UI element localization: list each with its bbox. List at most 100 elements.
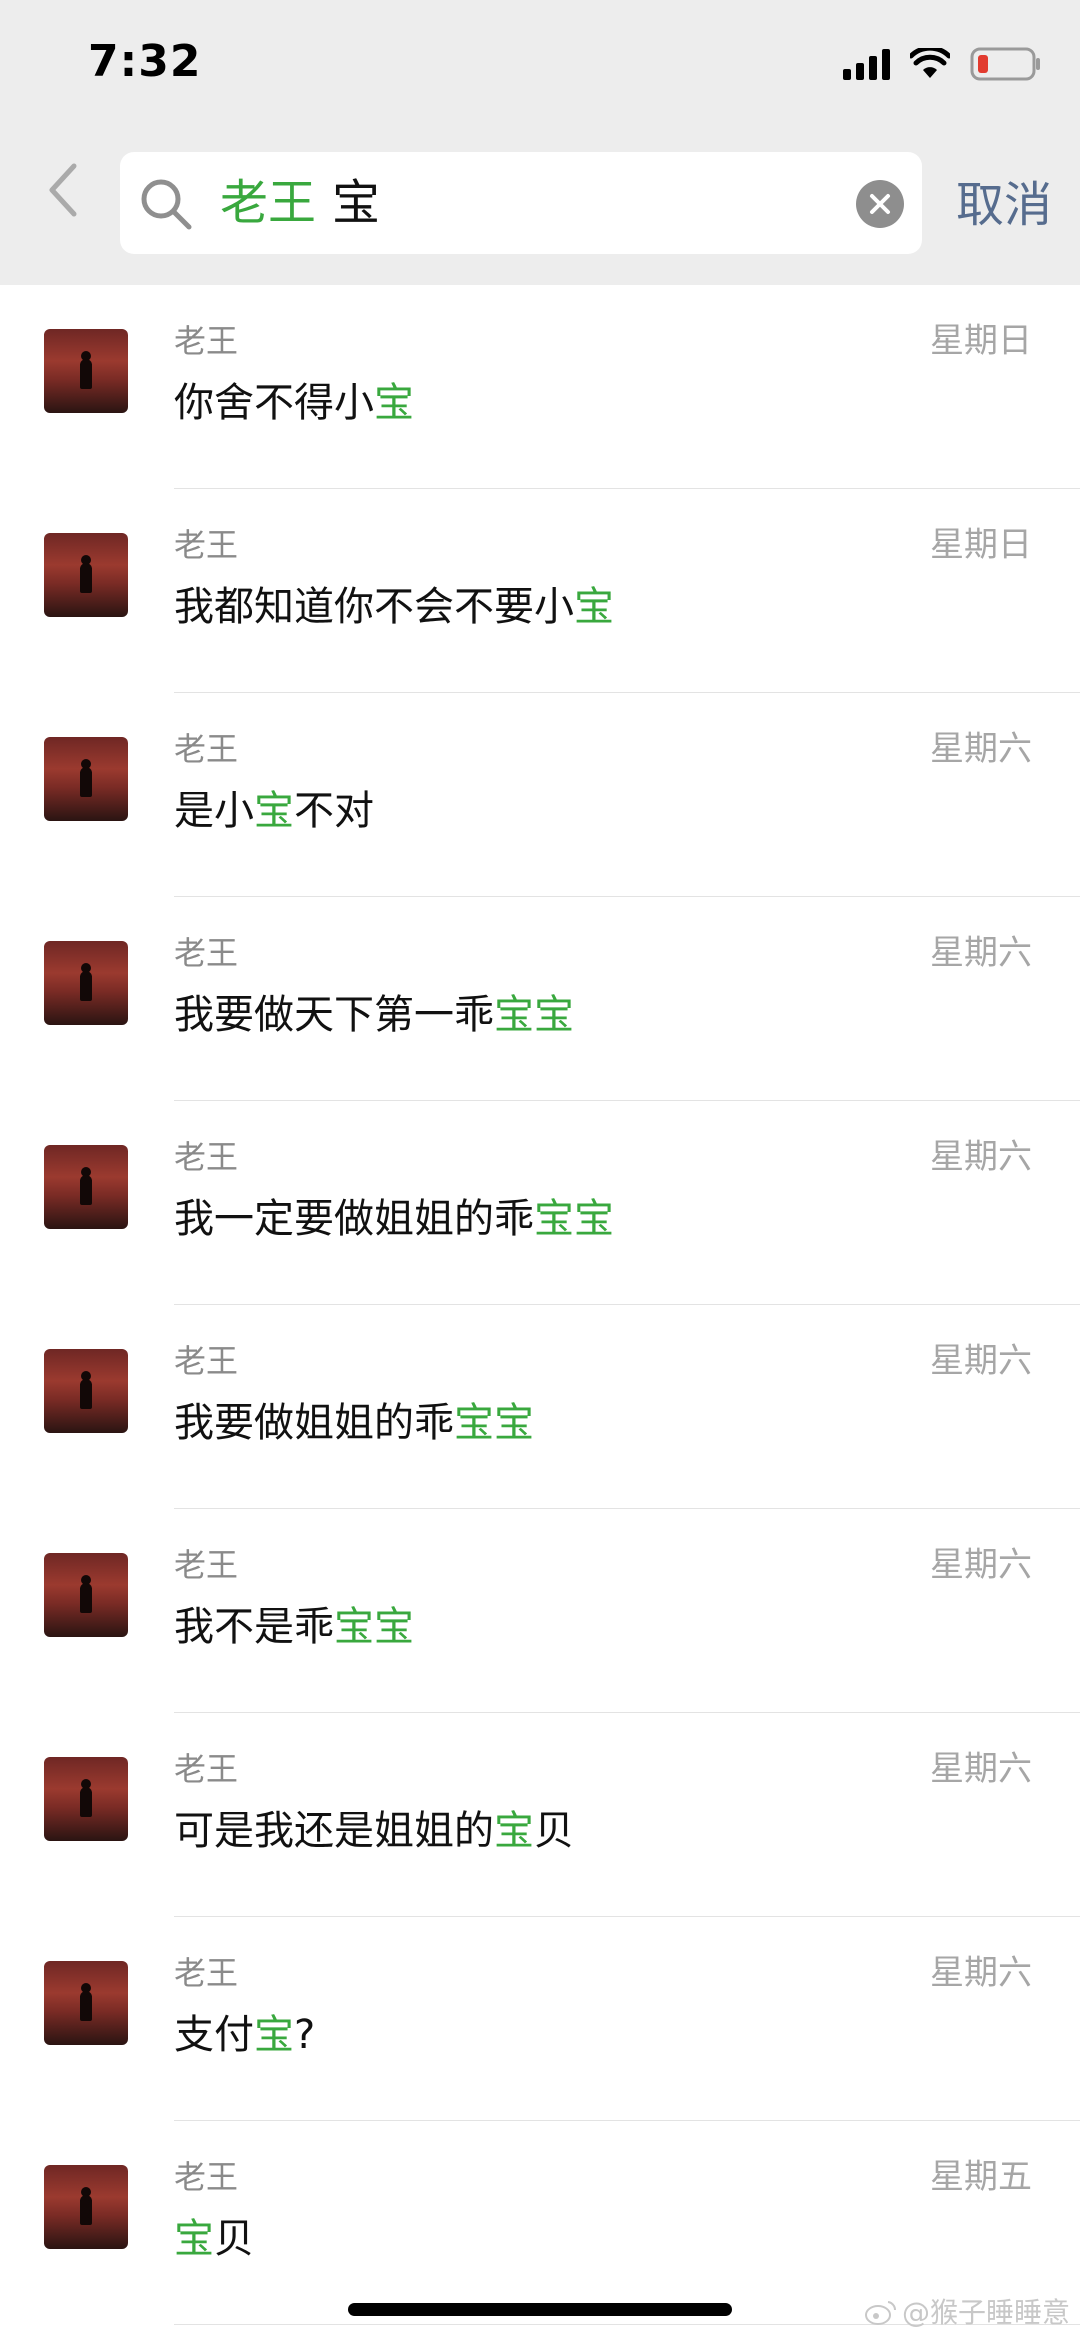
message-text: 我都知道你不会不要小宝 [174,581,614,633]
avatar [44,1349,128,1433]
avatar-figure-body [80,767,92,797]
sender-name: 老王 [174,1750,239,1788]
search-contact-tag[interactable]: 老王 [220,174,316,232]
message-fragment: 我要做天下第一乖 [174,992,494,1038]
highlighted-keyword: 宝宝 [334,1604,414,1650]
message-fragment: ? [294,2012,316,2058]
highlighted-keyword: 宝 [374,380,414,426]
cancel-button[interactable]: 取消 [956,176,1052,234]
avatar [44,737,128,821]
avatar-figure-body [80,2195,92,2225]
result-row[interactable]: 老王 星期五宝贝 [0,2121,1080,2325]
message-fragment: 我都知道你不会不要小 [174,584,574,630]
result-row[interactable]: 老王 星期六我一定要做姐姐的乖宝宝 [0,1101,1080,1305]
status-icons [843,44,1042,84]
wifi-icon [910,48,950,80]
message-day: 星期五 [930,2157,1032,2197]
battery-icon [970,46,1042,82]
message-text: 你舍不得小宝 [174,377,414,429]
result-row[interactable]: 老王 星期六支付宝? [0,1917,1080,2121]
message-text: 我一定要做姐姐的乖宝宝 [174,1193,614,1245]
message-text: 我不是乖宝宝 [174,1601,414,1653]
message-text: 我要做姐姐的乖宝宝 [174,1397,534,1449]
message-day: 星期六 [930,1137,1032,1177]
sender-name: 老王 [174,1546,239,1584]
message-text: 支付宝? [174,2009,315,2061]
message-day: 星期六 [930,729,1032,769]
result-row[interactable]: 老王 星期六我要做姐姐的乖宝宝 [0,1305,1080,1509]
search-header: 7:32 老王 宝 取消 [0,0,1080,285]
weibo-icon [864,2301,896,2325]
avatar-figure-body [80,1379,92,1409]
avatar-figure-body [80,1175,92,1205]
avatar [44,941,128,1025]
back-button[interactable] [38,160,88,220]
clear-icon[interactable] [856,180,904,228]
status-time: 7:32 [88,36,202,87]
highlighted-keyword: 宝 [254,788,294,834]
result-row[interactable]: 老王 星期六 我要做天下第一乖宝宝 [0,897,1080,1101]
search-field[interactable]: 老王 宝 [120,152,922,254]
result-row[interactable]: 老王 星期日你舍不得小宝 [0,285,1080,489]
avatar-figure-body [80,1583,92,1613]
message-fragment: 贝 [534,1808,574,1854]
sender-name: 老王 [174,322,239,360]
avatar [44,1553,128,1637]
message-day: 星期六 [930,1341,1032,1381]
message-day: 星期六 [930,933,1032,973]
result-row[interactable]: 老王 星期日我都知道你不会不要小宝 [0,489,1080,693]
highlighted-keyword: 宝宝 [494,992,574,1038]
message-fragment: 是小 [174,788,254,834]
message-fragment: 我一定要做姐姐的乖 [174,1196,534,1242]
highlighted-keyword: 宝 [494,1808,534,1854]
highlighted-keyword: 宝 [254,2012,294,2058]
message-day: 星期日 [930,525,1032,565]
message-fragment: 可是我还是姐姐的 [174,1808,494,1854]
message-day: 星期六 [930,1749,1032,1789]
sender-name: 老王 [174,1138,239,1176]
search-query-text[interactable]: 宝 [332,174,380,232]
result-row[interactable]: 老王 星期六我不是乖宝宝 [0,1509,1080,1713]
message-day: 星期日 [930,321,1032,361]
message-text: 我要做天下第一乖宝宝 [174,989,574,1041]
result-row[interactable]: 老王 星期六是小宝不对 [0,693,1080,897]
avatar-figure-body [80,1991,92,2021]
message-fragment: 我不是乖 [174,1604,334,1650]
message-fragment: 贝 [214,2216,254,2262]
watermark: @猴子睡睡意 [864,2296,1070,2330]
back-chevron-icon [49,163,77,217]
avatar-figure-body [80,1787,92,1817]
avatar-figure-body [80,563,92,593]
message-day: 星期六 [930,1953,1032,1993]
search-icon [141,179,192,230]
search-results-list: 老王 星期日 你舍不得小宝 老王 星期日 我都知道你不会不要小宝 老王 星期六 是小宝不对 老王星… [0,285,1080,2325]
message-text: 是小宝不对 [174,785,374,837]
avatar [44,2165,128,2249]
message-fragment: 我要做姐姐的乖 [174,1400,454,1446]
message-fragment: 不对 [294,788,374,834]
message-fragment: 你舍不得小 [174,380,374,426]
avatar [44,1757,128,1841]
avatar [44,1145,128,1229]
watermark-text: @猴子睡睡意 [901,2296,1070,2329]
avatar-figure-body [80,359,92,389]
highlighted-keyword: 宝宝 [454,1400,534,1446]
message-text: 可是我还是姐姐的宝贝 [174,1805,574,1857]
avatar [44,1961,128,2045]
avatar [44,533,128,617]
home-indicator[interactable] [348,2303,732,2316]
sender-name: 老王 [174,1342,239,1380]
avatar-figure-body [80,971,92,1001]
message-fragment: 支付 [174,2012,254,2058]
sender-name: 老王 [174,1954,239,1992]
sender-name: 老王 [174,2158,239,2196]
highlighted-keyword: 宝 [574,584,614,630]
avatar [44,329,128,413]
highlighted-keyword: 宝宝 [534,1196,614,1242]
message-text: 宝贝 [174,2213,254,2265]
sender-name: 老王 [174,526,239,564]
signal-icon [843,48,890,80]
message-day: 星期六 [930,1545,1032,1585]
result-row[interactable]: 老王 星期六可是我还是姐姐的宝贝 [0,1713,1080,1917]
sender-name: 老王 [174,730,239,768]
